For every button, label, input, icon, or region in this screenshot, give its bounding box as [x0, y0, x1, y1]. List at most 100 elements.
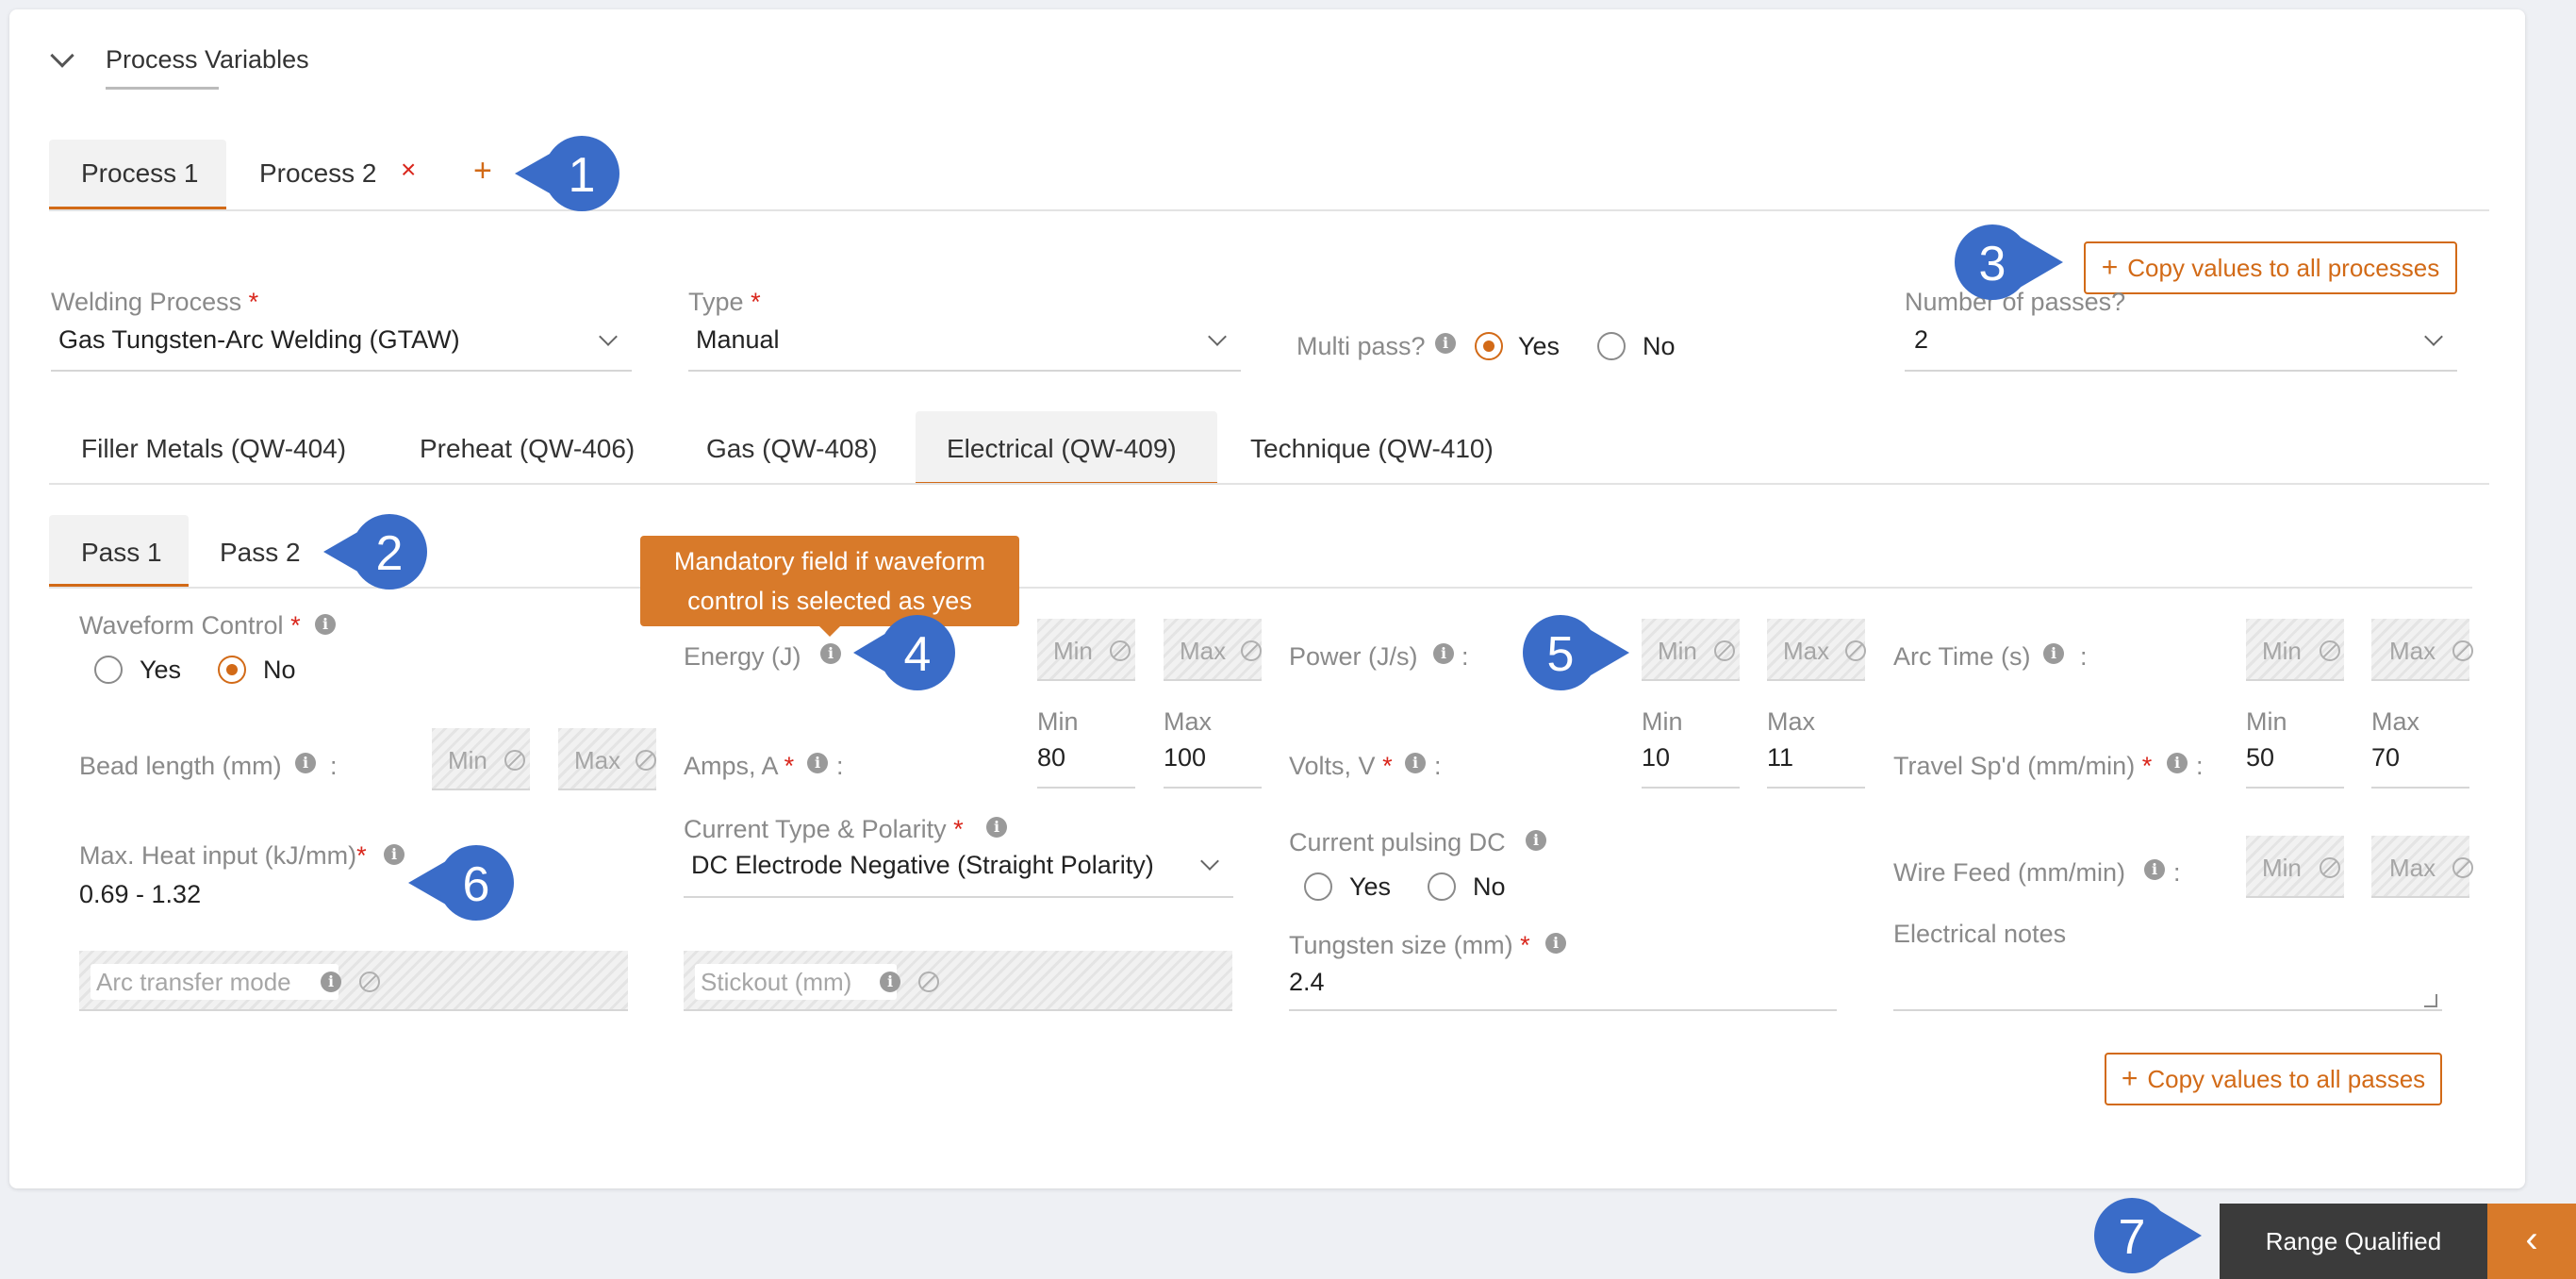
waveform-no-label: No — [263, 656, 296, 684]
range-qualified-toggle-arrow-icon[interactable]: ‹ — [2487, 1204, 2576, 1279]
arc-time-colon: : — [2080, 642, 2088, 671]
tungsten-size-underline — [1289, 1009, 1837, 1011]
bead-length-colon: : — [330, 752, 338, 780]
info-icon[interactable]: i — [986, 817, 1007, 838]
disabled-icon — [1241, 640, 1262, 661]
info-icon[interactable]: i — [2144, 859, 2165, 880]
tab-filler-metals[interactable]: Filler Metals (QW-404) — [81, 434, 346, 464]
current-type-select[interactable]: DC Electrode Negative (Straight Polarity… — [691, 851, 1154, 880]
qw-tabs-divider — [49, 483, 2489, 485]
info-icon[interactable]: i — [315, 614, 336, 635]
multi-pass-yes-label: Yes — [1518, 332, 1560, 360]
info-icon[interactable]: i — [384, 844, 405, 865]
info-icon[interactable]: i — [295, 753, 316, 773]
number-of-passes-select[interactable]: 2 — [1914, 325, 1928, 355]
amps-min-label: Min — [1037, 707, 1079, 736]
tab-technique[interactable]: Technique (QW-410) — [1250, 434, 1494, 464]
travel-speed-max-input[interactable]: 70 — [2371, 743, 2400, 772]
add-process-icon[interactable]: + — [473, 153, 492, 190]
info-icon[interactable]: i — [1433, 643, 1454, 664]
info-icon[interactable]: i — [820, 643, 841, 664]
tab-process-1-label: Process 1 — [81, 158, 199, 188]
amps-max-input[interactable]: 100 — [1164, 743, 1206, 772]
current-pulsing-yes-radio[interactable] — [1304, 872, 1332, 901]
info-icon[interactable]: i — [1405, 753, 1426, 773]
copy-processes-label: Copy values to all processes — [2127, 253, 2440, 282]
current-pulsing-no-label: No — [1473, 872, 1506, 901]
arc-time-min-placeholder: Min — [2262, 637, 2302, 665]
wire-feed-max-placeholder: Max — [2389, 854, 2436, 882]
tab-process-2[interactable]: Process 2 — [259, 158, 377, 189]
copy-values-all-processes-button[interactable]: + Copy values to all processes — [2084, 241, 2457, 294]
type-select[interactable]: Manual — [696, 325, 780, 355]
close-process-2-icon[interactable]: × — [401, 155, 416, 185]
disabled-icon — [636, 750, 656, 771]
disabled-icon — [2452, 857, 2473, 878]
electrical-notes-label: Electrical notes — [1893, 920, 2067, 948]
current-pulsing-no-radio[interactable] — [1428, 872, 1456, 901]
type-underline — [688, 370, 1241, 372]
info-icon[interactable]: i — [2167, 753, 2188, 773]
marker-5-label: 5 — [1546, 627, 1575, 682]
power-min-placeholder: Min — [1658, 637, 1697, 665]
volts-max-underline — [1767, 787, 1865, 789]
tooltip-line-1: Mandatory field if waveform — [673, 547, 986, 575]
travel-speed-min-input[interactable]: 50 — [2246, 743, 2274, 772]
power-max-placeholder: Max — [1783, 637, 1830, 665]
resize-handle-icon[interactable] — [2424, 994, 2437, 1007]
multi-pass-no-label: No — [1643, 332, 1676, 360]
waveform-tooltip: Mandatory field if waveform control is s… — [640, 536, 1019, 626]
info-icon[interactable]: i — [880, 972, 900, 992]
travel-speed-max-underline — [2371, 787, 2469, 789]
waveform-control-label: Waveform Control * — [79, 611, 301, 640]
arc-time-max-placeholder: Max — [2389, 637, 2436, 665]
current-pulsing-label: Current pulsing DC — [1289, 828, 1506, 856]
copy-values-all-passes-button[interactable]: + Copy values to all passes — [2105, 1053, 2442, 1105]
tab-preheat[interactable]: Preheat (QW-406) — [420, 434, 635, 464]
bead-length-max-placeholder: Max — [574, 746, 621, 774]
electrical-notes-textarea[interactable] — [1893, 953, 2442, 1011]
amps-min-input[interactable]: 80 — [1037, 743, 1065, 772]
range-qualified-button[interactable]: Range Qualified — [2220, 1204, 2487, 1279]
travel-speed-min-label: Min — [2246, 707, 2287, 736]
plus-icon: + — [2101, 252, 2119, 283]
info-icon[interactable]: i — [2043, 643, 2064, 664]
multi-pass-no-radio[interactable] — [1597, 332, 1626, 360]
multi-pass-yes-radio[interactable] — [1475, 332, 1503, 360]
info-icon[interactable]: i — [1545, 933, 1566, 954]
waveform-yes-radio[interactable] — [94, 656, 123, 684]
stickout-label-box: Stickout (mm) — [695, 964, 898, 1000]
arc-transfer-mode-label-box: Arc transfer mode — [91, 964, 339, 1000]
tab-electrical[interactable]: Electrical (QW-409) — [947, 434, 1177, 464]
arc-transfer-mode-label: Arc transfer mode — [96, 968, 291, 996]
amps-max-label: Max — [1164, 707, 1213, 736]
disabled-icon — [1714, 640, 1735, 661]
disabled-icon — [359, 972, 380, 992]
volts-max-input[interactable]: 11 — [1767, 743, 1793, 772]
info-icon[interactable]: i — [807, 753, 828, 773]
plus-icon: + — [2121, 1063, 2138, 1094]
tungsten-size-input[interactable]: 2.4 — [1289, 968, 1325, 997]
volts-max-label: Max — [1767, 707, 1816, 736]
tab-pass-2[interactable]: Pass 2 — [220, 538, 301, 568]
marker-7-label: 7 — [2118, 1210, 2146, 1265]
info-icon[interactable]: i — [321, 972, 341, 992]
current-type-label: Current Type & Polarity * — [684, 815, 964, 843]
info-icon[interactable]: i — [1435, 333, 1456, 354]
amps-max-underline — [1164, 787, 1262, 789]
current-pulsing-yes-label: Yes — [1349, 872, 1392, 901]
tab-pass-1[interactable]: Pass 1 — [81, 538, 162, 568]
tab-gas[interactable]: Gas (QW-408) — [706, 434, 878, 464]
welding-process-select[interactable]: Gas Tungsten-Arc Welding (GTAW) — [58, 325, 460, 355]
marker-3-label: 3 — [1978, 237, 2006, 291]
welding-process-label: Welding Process * — [51, 288, 259, 316]
info-icon[interactable]: i — [1526, 830, 1546, 851]
disabled-icon — [918, 972, 939, 992]
volts-min-input[interactable]: 10 — [1642, 743, 1670, 772]
amps-min-underline — [1037, 787, 1135, 789]
amps-colon: : — [836, 752, 844, 780]
type-label: Type * — [688, 288, 761, 316]
marker-1-label: 1 — [568, 148, 596, 203]
current-type-underline — [684, 896, 1233, 898]
waveform-no-radio[interactable] — [218, 656, 246, 684]
